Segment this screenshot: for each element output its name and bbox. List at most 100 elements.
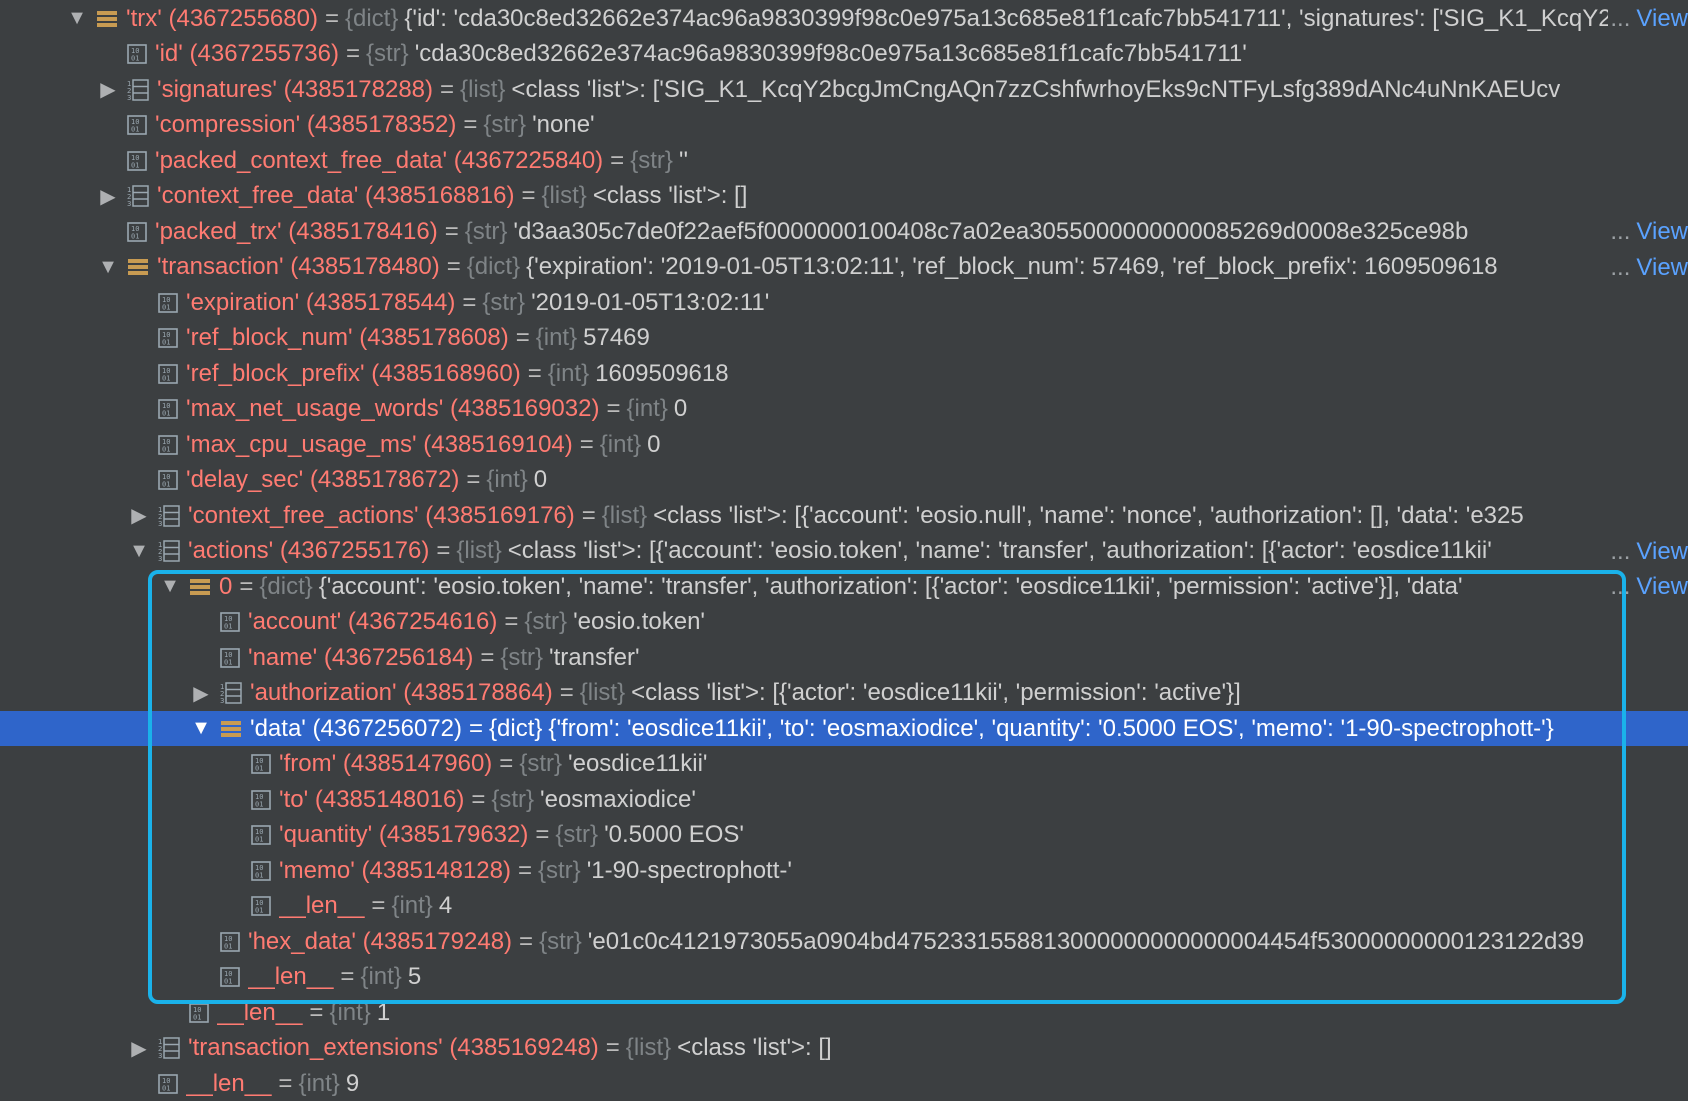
view-link-label[interactable]: View (1636, 573, 1688, 600)
variable-name: 'packed_trx' (4385178416) (155, 217, 438, 245)
equals-sign: = (519, 927, 534, 955)
view-link-label[interactable]: View (1636, 254, 1688, 281)
tree-row[interactable]: 10 01 __len__ = {int} 5 (0, 960, 1688, 995)
row-content: 'from' (4385147960) = {str}'eosdice11kii' (279, 750, 707, 778)
expand-arrow-icon[interactable]: ▶ (126, 1036, 152, 1061)
tree-row[interactable]: 10 01 'max_cpu_usage_ms' (4385169104) = {int… (0, 427, 1688, 462)
variable-name: 'from' (4385147960) (279, 750, 493, 777)
tree-row[interactable]: 10 01 __len__ = {int} 1 (0, 995, 1688, 1030)
equals-sign: = (469, 714, 484, 742)
tree-row[interactable]: 10 01 'compression' (4385178352) = {str}'non… (0, 108, 1688, 143)
collapse-arrow-icon[interactable]: ▼ (157, 575, 183, 598)
expand-arrow-icon[interactable]: ▶ (188, 681, 214, 706)
view-link[interactable]: ... View (1608, 214, 1688, 249)
expand-arrow-icon[interactable]: ▶ (126, 503, 152, 528)
tree-row[interactable]: 10 01 'ref_block_prefix' (4385168960) = {int… (0, 356, 1688, 391)
tree-row[interactable]: 10 01 'to' (4385148016) = {str}'eosmaxiodice… (0, 782, 1688, 817)
svg-text:01: 01 (224, 942, 232, 950)
view-link[interactable]: ... View (1608, 569, 1688, 604)
equals-sign: = (499, 750, 514, 777)
tree-row[interactable]: 10 01 'max_net_usage_words' (4385169032) ={… (0, 392, 1688, 427)
collapse-arrow-icon[interactable]: ▼ (188, 717, 214, 740)
equals-sign: = (446, 253, 461, 280)
ellipsis: ... (1610, 218, 1631, 245)
row-content: 0 = {dict} {'account': 'eosio.token', 'name… (219, 573, 1463, 601)
tree-row[interactable]: 10 01 'packed_trx' (4385178416) = {str}'d3aa… (0, 214, 1688, 249)
tree-row[interactable]: 10 01 'name' (4367256184) = {str}'transfer' (0, 640, 1688, 675)
variable-name: __len__ (248, 963, 334, 990)
view-link[interactable]: ... View (1608, 1, 1688, 36)
tree-row[interactable]: 10 01 'packed_context_free_data' (43672258… (0, 143, 1688, 178)
equals-sign: = (466, 466, 481, 493)
expand-arrow-icon[interactable]: ▶ (95, 184, 121, 209)
row-content: 'expiration' (4385178544) = {str} '2019-01-… (186, 289, 769, 317)
variable-value: <class 'list'>: [{'account': 'eosio.toke… (507, 537, 1492, 564)
variable-type: {int} (360, 963, 402, 990)
variable-type: {dict} (259, 572, 313, 600)
tree-row[interactable]: 10 01 'memo' (4385148128) = {str} '1-90-spect… (0, 853, 1688, 888)
svg-text:01: 01 (255, 836, 263, 844)
tree-row[interactable]: 10 01 'expiration' (4385178544) = {str} '2019… (0, 285, 1688, 320)
tree-row[interactable]: 10 01 'ref_block_num' (4385178608) = {int} 57… (0, 321, 1688, 356)
variable-type: {str} (483, 111, 527, 138)
tree-row[interactable]: ▶ 1 2 3 'transaction_extensions' (4385169248… (0, 1031, 1688, 1066)
variable-type: {list} (541, 182, 587, 209)
view-link-label[interactable]: View (1636, 218, 1688, 245)
tree-row[interactable]: ▶ 1 2 3 'context_free_data' (4385168816) = {li… (0, 179, 1688, 214)
equals-sign: = (579, 430, 594, 458)
variable-type: {str} (524, 608, 568, 635)
variable-name: __len__ (217, 998, 303, 1026)
svg-text:01: 01 (162, 303, 170, 311)
tree-row[interactable]: ▼ 1 2 3 'actions' (4367255176) = {list} <class … (0, 533, 1688, 569)
equals-sign: = (444, 217, 459, 245)
row-content: 'max_cpu_usage_ms' (4385169104) = {int} 0 (186, 431, 661, 459)
tree-row[interactable]: ▼ 'trx' (4367255680) = {dict} {'id': 'cda30c… (0, 1, 1688, 36)
primitive-value-icon: 10 01 (127, 150, 147, 171)
variable-name: 'transaction_extensions' (4385169248) (188, 1034, 599, 1061)
row-content: __len__ = {int} 9 (186, 1070, 359, 1098)
collapse-arrow-icon[interactable]: ▼ (95, 256, 121, 279)
tree-row[interactable]: ▶ 1 2 3 'context_free_actions' (4385169176) =… (0, 498, 1688, 533)
tree-row[interactable]: 10 01 'hex_data' (4385179248) = {str}'e01c0c… (0, 924, 1688, 959)
svg-text:01: 01 (193, 1013, 201, 1021)
dict-icon (220, 719, 242, 739)
tree-row[interactable]: 10 01 'quantity' (4385179632) = {str} '0.5000… (0, 818, 1688, 853)
tree-row[interactable]: ▶ 1 2 3 'authorization' (4385178864) = {list} <… (0, 676, 1688, 711)
variable-name: 'authorization' (4385178864) (250, 679, 553, 706)
variable-value: '0.5000 EOS' (604, 821, 744, 848)
variable-name: 'name' (4367256184) (248, 643, 474, 671)
primitive-value-icon: 10 01 (251, 825, 271, 845)
tree-row[interactable]: ▼ 'data' (4367256072) = {dict} {'from': 'eos… (0, 711, 1688, 746)
view-link[interactable]: ... View (1608, 533, 1688, 569)
variable-value: {'from': 'eosdice11kii', 'to': 'eosmaxio… (548, 714, 1554, 742)
tree-row[interactable]: 10 01 'delay_sec' (4385178672) = {int} 0 (0, 463, 1688, 498)
primitive-value-icon: 10 01 (158, 399, 178, 419)
svg-text:01: 01 (255, 907, 263, 915)
collapse-arrow-icon[interactable]: ▼ (126, 540, 152, 563)
variable-type: {int} (547, 359, 590, 387)
primitive-value-icon: 10 01 (127, 44, 147, 64)
collapse-arrow-icon[interactable]: ▼ (64, 7, 90, 30)
primitive-value-icon: 10 01 (158, 292, 178, 313)
view-link[interactable]: ... View (1608, 249, 1688, 285)
variable-value: 'cda30c8ed32662e374ac96a9830399f98c0e975… (414, 40, 1247, 67)
svg-text:01: 01 (131, 232, 139, 240)
tree-row[interactable]: 10 01 'id' (4367255736) = {str}'cda30c8ed326… (0, 37, 1688, 72)
variable-name: 0 (219, 572, 233, 600)
tree-row[interactable]: 10 01 __len__ = {int} 9 (0, 1066, 1688, 1101)
tree-row[interactable]: 10 01 'account' (4367254616) = {str}'eosio.t… (0, 605, 1688, 640)
tree-row[interactable]: 10 01 __len__ = {int} 4 (0, 889, 1688, 924)
variable-name: __len__ (186, 1069, 272, 1097)
tree-row[interactable]: 10 01 'from' (4385147960) = {str}'eosdice11k… (0, 747, 1688, 782)
primitive-value-icon: 10 01 (158, 1073, 178, 1094)
tree-row[interactable]: ▼ 'transaction' (4385178480) = {dict} {'expi… (0, 249, 1688, 285)
expand-arrow-icon[interactable]: ▶ (95, 77, 121, 102)
equals-sign: = (521, 182, 536, 209)
view-link-label[interactable]: View (1636, 5, 1688, 32)
tree-row[interactable]: ▶ 1 2 3 'signatures' (4385178288) = {list} <cla… (0, 72, 1688, 107)
view-link-label[interactable]: View (1636, 538, 1688, 565)
row-content: 'packed_context_free_data' (4367225840) =… (155, 147, 688, 175)
ellipsis: ... (1610, 253, 1631, 281)
tree-row[interactable]: ▼ 0 = {dict} {'account': 'eosio.token', 'nam… (0, 569, 1688, 604)
variable-name: 'hex_data' (4385179248) (248, 927, 513, 955)
